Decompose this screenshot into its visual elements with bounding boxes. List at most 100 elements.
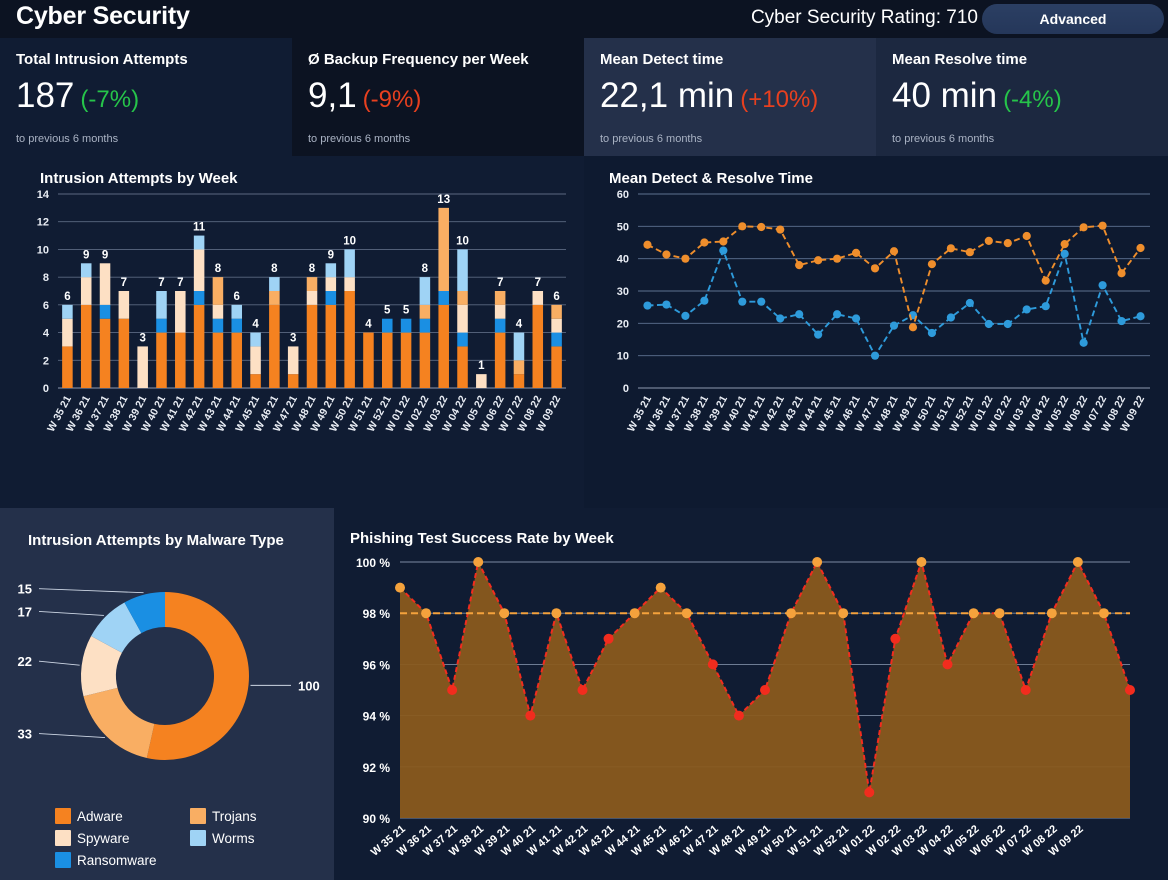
phishing-chart[interactable]: 90 %92 %94 %96 %98 %100 %W 35 21W 36 21W…: [334, 550, 1168, 880]
legend-item-trojans[interactable]: Trojans: [190, 808, 325, 824]
bar-segment[interactable]: [156, 332, 167, 388]
legend-item-ransomware[interactable]: Ransomware: [55, 852, 190, 868]
data-point[interactable]: [707, 659, 718, 670]
data-point[interactable]: [786, 608, 797, 619]
bar-segment[interactable]: [212, 304, 224, 319]
data-point[interactable]: [890, 633, 901, 644]
bar-segment[interactable]: [400, 332, 412, 388]
data-point[interactable]: [927, 328, 937, 338]
bar-segment[interactable]: [62, 304, 73, 319]
bar-segment[interactable]: [344, 291, 355, 388]
bar-segment[interactable]: [419, 318, 431, 333]
data-point[interactable]: [1098, 281, 1107, 290]
data-point[interactable]: [946, 244, 955, 253]
bar-segment[interactable]: [156, 318, 167, 333]
bar-segment[interactable]: [457, 249, 468, 291]
data-point[interactable]: [795, 261, 804, 270]
data-point[interactable]: [1003, 239, 1012, 248]
line-chart[interactable]: 0102030405060W 35 21W 36 21W 37 21W 38 2…: [584, 184, 1168, 504]
data-point[interactable]: [1117, 269, 1126, 278]
bar-segment[interactable]: [156, 291, 167, 319]
bar-segment[interactable]: [325, 304, 337, 388]
bar-segment[interactable]: [212, 318, 224, 333]
data-point[interactable]: [681, 311, 690, 320]
data-point[interactable]: [499, 608, 510, 619]
bar-segment[interactable]: [269, 304, 280, 388]
legend-item-spyware[interactable]: Spyware: [55, 830, 190, 846]
data-point[interactable]: [851, 248, 861, 257]
data-point[interactable]: [643, 240, 652, 249]
bar-segment[interactable]: [231, 304, 243, 319]
data-point[interactable]: [1022, 231, 1031, 241]
data-point[interactable]: [643, 301, 652, 310]
data-point[interactable]: [833, 310, 842, 319]
bar-segment[interactable]: [400, 318, 412, 333]
data-point[interactable]: [1136, 312, 1145, 321]
data-point[interactable]: [814, 330, 823, 339]
data-point[interactable]: [984, 319, 993, 329]
data-point[interactable]: [1072, 557, 1083, 567]
bar-segment[interactable]: [269, 277, 280, 291]
bar-segment[interactable]: [193, 235, 205, 250]
data-point[interactable]: [1060, 240, 1069, 249]
bar-segment[interactable]: [438, 207, 449, 291]
data-point[interactable]: [421, 608, 432, 619]
data-point[interactable]: [870, 351, 880, 360]
data-point[interactable]: [629, 608, 640, 619]
kpi-card-mean-resolve-time[interactable]: Mean Resolve time 40 min (-4%) to previou…: [876, 38, 1168, 156]
bar-segment[interactable]: [513, 332, 525, 361]
data-point[interactable]: [927, 260, 937, 269]
data-point[interactable]: [812, 557, 823, 567]
data-point[interactable]: [719, 237, 728, 246]
bar-segment[interactable]: [99, 263, 111, 305]
bar-segment[interactable]: [193, 291, 205, 305]
bar-segment[interactable]: [250, 374, 261, 388]
bar-segment[interactable]: [175, 332, 186, 388]
bar-segment[interactable]: [175, 291, 186, 333]
data-point[interactable]: [838, 608, 849, 619]
data-point[interactable]: [795, 310, 804, 319]
data-point[interactable]: [1117, 316, 1126, 326]
kpi-card-mean-detect-time[interactable]: Mean Detect time 22,1 min (+10%) to previ…: [584, 38, 876, 156]
data-point[interactable]: [577, 685, 588, 695]
data-point[interactable]: [603, 633, 614, 644]
data-point[interactable]: [984, 236, 993, 245]
bar-segment[interactable]: [532, 291, 544, 305]
bar-segment[interactable]: [363, 332, 374, 388]
bar-segment[interactable]: [457, 332, 468, 347]
bar-segment[interactable]: [419, 332, 431, 388]
bar-segment[interactable]: [325, 291, 337, 305]
kpi-card-backup-frequency[interactable]: Ø Backup Frequency per Week 9,1 (-9%) to …: [292, 38, 584, 156]
advanced-button[interactable]: Advanced: [982, 4, 1164, 34]
bar-segment[interactable]: [513, 374, 525, 388]
bar-segment[interactable]: [457, 346, 468, 388]
data-point[interactable]: [870, 264, 880, 273]
bar-segment[interactable]: [193, 249, 205, 291]
data-point[interactable]: [700, 238, 709, 247]
bar-segment[interactable]: [231, 318, 243, 333]
data-point[interactable]: [681, 608, 692, 619]
data-point[interactable]: [946, 313, 955, 322]
bar-segment[interactable]: [325, 277, 337, 291]
data-point[interactable]: [757, 222, 766, 232]
bar-segment[interactable]: [513, 360, 525, 375]
data-point[interactable]: [738, 297, 747, 306]
bar-segment[interactable]: [551, 304, 562, 319]
data-point[interactable]: [733, 710, 744, 721]
bar-segment[interactable]: [457, 304, 468, 333]
bar-segment[interactable]: [457, 291, 468, 305]
data-point[interactable]: [994, 608, 1005, 619]
data-point[interactable]: [681, 254, 690, 263]
bar-segment[interactable]: [269, 291, 280, 305]
bar-segment[interactable]: [381, 332, 393, 388]
data-point[interactable]: [662, 300, 671, 309]
bar-segment[interactable]: [344, 277, 355, 291]
data-point[interactable]: [1079, 223, 1088, 232]
data-point[interactable]: [395, 582, 405, 593]
data-point[interactable]: [1136, 243, 1145, 253]
data-point[interactable]: [814, 256, 823, 265]
bar-chart[interactable]: 024681012146W 35 219W 36 219W 37 217W 38…: [0, 184, 584, 504]
bar-segment[interactable]: [231, 332, 243, 388]
bar-segment[interactable]: [62, 346, 73, 388]
data-point[interactable]: [662, 250, 671, 259]
